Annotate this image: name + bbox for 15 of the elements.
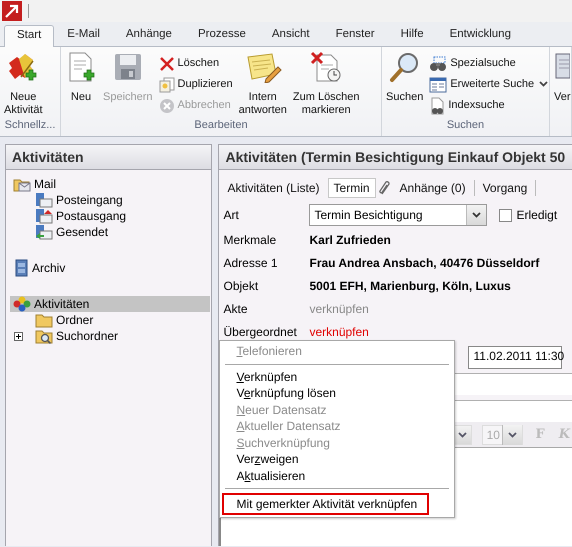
panel-title: Aktivitäten (Termin Besichtigung Einkauf Objekt 50 [219, 145, 572, 170]
field-label: Art [223, 208, 240, 223]
panel-title: Aktivitäten [6, 145, 212, 170]
field-label: Objekt [223, 278, 260, 294]
checkbox-label: Erledigt [516, 208, 558, 223]
field-label: Merkmale [223, 232, 278, 248]
group-label: Bearbeiten [193, 119, 249, 133]
field-value: 5001 EFH, Marienburg, Köln, Luxus [309, 278, 511, 294]
field-label: Adresse 1 [223, 256, 279, 270]
field-label: Akte [223, 302, 248, 316]
group-label: Schnellz... [4, 119, 56, 133]
field-value: Frau Andrea Ansbach, 40476 Düsseldorf [309, 256, 540, 270]
field-value: Karl Zufrieden [309, 232, 391, 248]
field-label: Übergeordnet [223, 324, 298, 340]
group-label: Suchen [446, 119, 486, 133]
